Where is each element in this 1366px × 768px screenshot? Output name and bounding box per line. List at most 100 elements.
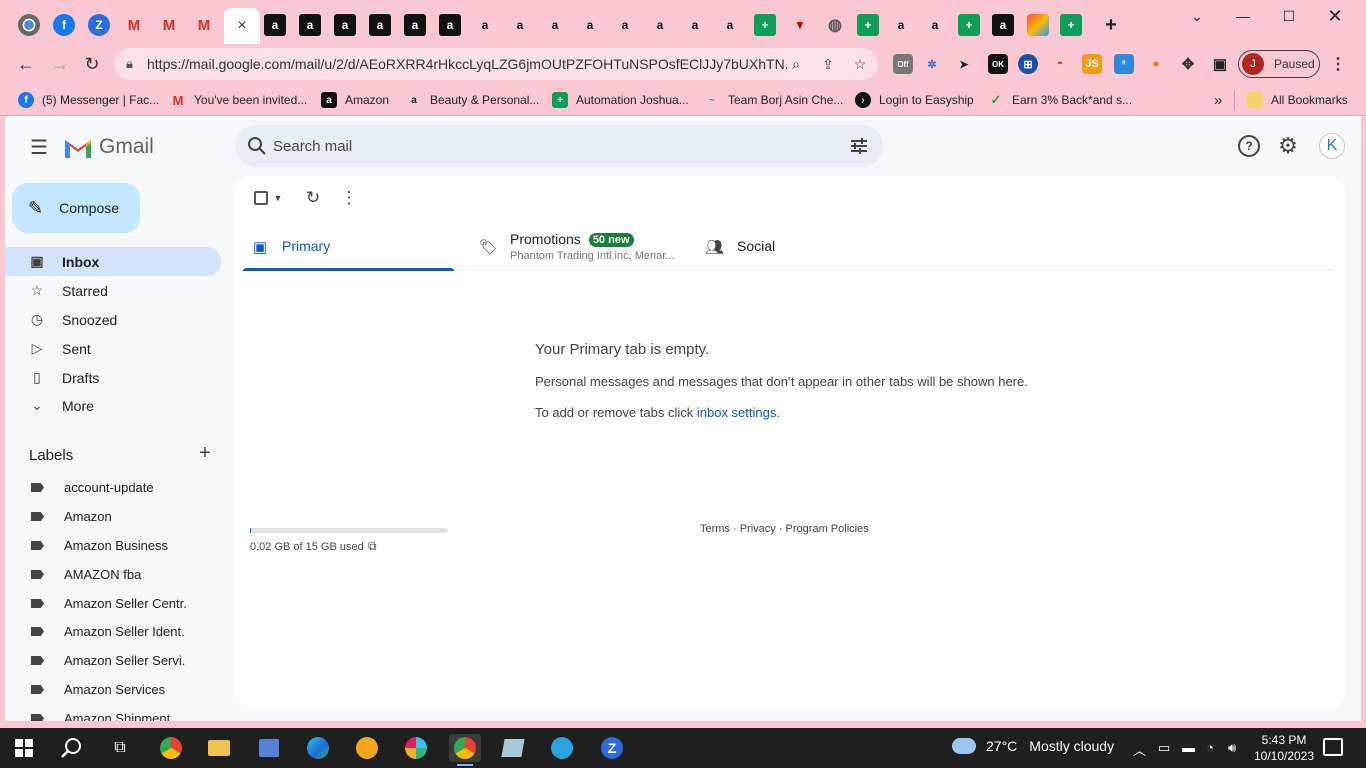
nav-snoozed[interactable]: ◷ Snoozed [5, 305, 221, 334]
amazon-tab-icon[interactable]: a [404, 14, 426, 36]
amazon-smile-tab-icon[interactable]: a [544, 14, 566, 36]
create-label-button[interactable]: + [195, 442, 215, 464]
amazon-smile-tab-icon[interactable]: a [474, 14, 496, 36]
bookmark-easyship[interactable]: › Login to Easyship [855, 90, 974, 110]
weather-widget[interactable]: 27°C Mostly cloudy [952, 738, 1114, 754]
label-item[interactable]: Amazon Services [5, 675, 221, 704]
bookmark-invited[interactable]: M You've been invited... [170, 90, 308, 110]
search-icon[interactable] [247, 136, 267, 156]
amazon-smile-tab-icon[interactable]: a [924, 14, 946, 36]
select-menu-button[interactable]: ▼ [268, 188, 288, 208]
taskbar-edge[interactable] [302, 734, 334, 762]
ext-arrow-icon[interactable]: ➤ [954, 54, 974, 74]
nav-sent[interactable]: ▷ Sent [5, 334, 221, 363]
minimize-button[interactable]: — [1220, 0, 1266, 32]
extensions-puzzle-icon[interactable]: ✥ [1178, 54, 1198, 74]
amazon-smile-tab-icon[interactable]: a [719, 14, 741, 36]
ext-js-icon[interactable]: JS [1082, 54, 1102, 74]
taskbar-notes[interactable] [497, 734, 529, 762]
reload-button[interactable]: ↻ [78, 50, 106, 78]
inbox-settings-link[interactable]: inbox settings [697, 405, 777, 420]
all-bookmarks-button[interactable]: All Bookmarks [1234, 90, 1348, 110]
ext-ok-icon[interactable]: OK [988, 54, 1008, 74]
label-item[interactable]: AMAZON fba [5, 560, 221, 589]
active-tab-close-button[interactable]: × [224, 8, 260, 44]
nav-inbox[interactable]: ▣ Inbox [5, 247, 221, 276]
task-view-button[interactable]: ⧉ [104, 734, 136, 762]
nav-drafts[interactable]: ▯ Drafts [5, 363, 221, 392]
refresh-button[interactable]: ↻ [303, 188, 323, 208]
search-options-icon[interactable] [849, 136, 869, 156]
start-button[interactable] [8, 734, 40, 762]
globe-tab-icon[interactable]: ◍ [824, 14, 846, 36]
gmail-tab-icon[interactable]: M [193, 14, 215, 36]
label-item[interactable]: Amazon Seller Servi. [5, 646, 221, 675]
bookmark-messenger[interactable]: f (5) Messenger | Fac... [18, 90, 159, 110]
ext-blue-icon[interactable]: ᴿ [1114, 54, 1134, 74]
bookmark-earn-back[interactable]: ✓ Earn 3% Back*and s... [988, 90, 1133, 110]
amazon-tab-icon[interactable]: a [334, 14, 356, 36]
search-input[interactable] [273, 134, 833, 158]
label-item[interactable]: Amazon Seller Ident. [5, 617, 221, 646]
new-tab-button[interactable]: + [1100, 14, 1122, 36]
main-menu-button[interactable]: ☰ [27, 135, 51, 159]
taskbar-file-explorer[interactable] [203, 734, 235, 762]
compose-button[interactable]: ✎ Compose [12, 183, 140, 233]
meet-now-icon[interactable]: ▭ [1158, 740, 1170, 756]
amazon-smile-tab-icon[interactable]: a [684, 14, 706, 36]
sheets-tab-icon[interactable]: + [958, 14, 980, 36]
red-triangle-tab-icon[interactable]: ▼ [789, 14, 811, 36]
tab-search-button[interactable]: ⌄ [1174, 0, 1220, 32]
share-icon[interactable]: ⇪ [818, 54, 838, 74]
ext-firefox-icon[interactable]: ● [1146, 54, 1166, 74]
label-item[interactable]: Amazon Seller Centr. [5, 589, 221, 618]
battery-icon[interactable]: ▬ [1182, 740, 1195, 755]
bookmarks-overflow-button[interactable]: » [1214, 90, 1222, 110]
label-item[interactable]: Amazon Business [5, 531, 221, 560]
sheets-tab-icon[interactable]: + [857, 14, 879, 36]
taskbar-zoho[interactable]: Z [596, 734, 628, 762]
gmail-tab-icon[interactable]: M [123, 14, 145, 36]
taskbar-chrome[interactable] [155, 734, 187, 762]
sheets-tab-icon[interactable]: + [754, 14, 776, 36]
bookmark-beauty[interactable]: a Beauty & Personal... [406, 90, 539, 110]
browser-menu-icon[interactable]: ⋮ [1328, 54, 1348, 74]
back-button[interactable]: ← [12, 50, 40, 78]
taskbar-vpn[interactable] [351, 734, 383, 762]
maximize-button[interactable]: ☐ [1266, 0, 1312, 32]
facebook-tab-icon[interactable]: f [53, 14, 75, 36]
forward-button[interactable]: → [46, 50, 74, 78]
url-text[interactable]: https://mail.google.com/mail/u/2/d/AEoRX… [147, 56, 787, 72]
bookmark-automation[interactable]: + Automation Joshua... [552, 90, 689, 110]
gmail-logo[interactable]: Gmail [63, 135, 154, 159]
ext-pokeball-icon[interactable]: ◓ [1050, 54, 1070, 74]
side-panel-icon[interactable]: ▣ [1210, 54, 1230, 74]
nav-more[interactable]: ⌄ More [5, 391, 221, 420]
amazon-smile-tab-icon[interactable]: a [509, 14, 531, 36]
system-clock[interactable]: 5:43 PM 10/10/2023 [1246, 732, 1322, 764]
tab-promotions[interactable]: 🏷︎ Promotions 50 new Phantom Trading Intl… [476, 222, 696, 270]
zoom-icon[interactable]: ⌕ [786, 54, 806, 74]
zoho-tab-icon[interactable]: Z [88, 14, 110, 36]
window-close-button[interactable]: ✕ [1312, 0, 1358, 32]
search-bar[interactable] [235, 125, 883, 167]
bookmark-team-borj[interactable]: ~ Team Borj Asin Che... [704, 90, 843, 110]
ext-grid-icon[interactable]: ⊞ [1018, 54, 1038, 74]
more-actions-button[interactable]: ⋮ [339, 188, 359, 208]
volume-icon[interactable]: 🔊︎ [1228, 740, 1236, 756]
taskbar-settings-app[interactable] [253, 734, 285, 762]
amazon-tab-icon[interactable]: a [439, 14, 461, 36]
label-item[interactable]: account-update [5, 473, 221, 502]
label-item[interactable]: Amazon [5, 502, 221, 531]
tab-social[interactable]: 👥︎ Social [705, 222, 905, 270]
amazon-smile-tab-icon[interactable]: a [614, 14, 636, 36]
tab-primary[interactable]: ▣ Primary [243, 222, 454, 271]
taskbar-chrome-profile[interactable] [449, 734, 481, 766]
amazon-smile-tab-icon[interactable]: a [890, 14, 912, 36]
ext-off-icon[interactable]: Off [893, 54, 913, 74]
amazon-tab-icon[interactable]: a [369, 14, 391, 36]
bookmark-star-icon[interactable]: ☆ [850, 54, 870, 74]
settings-gear-icon[interactable]: ⚙ [1277, 133, 1299, 158]
gmail-tab-icon[interactable]: M [158, 14, 180, 36]
ext-gear-icon[interactable]: ✲ [922, 54, 942, 74]
